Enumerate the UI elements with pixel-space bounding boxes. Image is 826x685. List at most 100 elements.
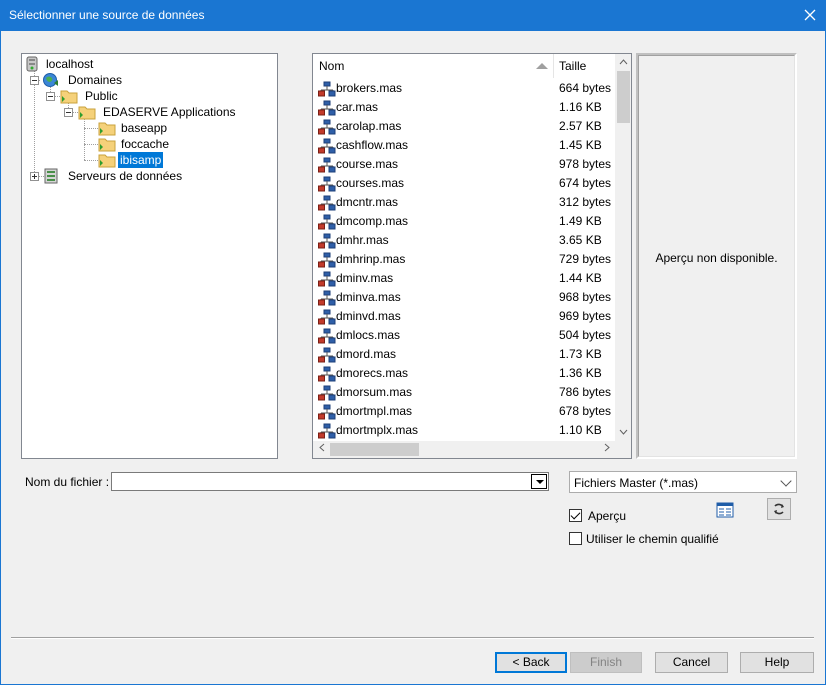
master-file-icon xyxy=(318,252,336,268)
details-view-icon[interactable] xyxy=(714,499,738,521)
master-file-icon xyxy=(318,138,336,154)
file-name: dmorsum.mas xyxy=(336,385,413,399)
file-size: 312 bytes xyxy=(559,195,612,209)
column-header-name[interactable]: Nom xyxy=(319,59,344,73)
filename-input[interactable] xyxy=(114,474,524,489)
file-row[interactable]: dmcntr.mas 312 bytes xyxy=(313,193,615,212)
cancel-button[interactable]: Cancel xyxy=(655,652,728,673)
file-name: dmlocs.mas xyxy=(336,328,401,342)
qualified-path-checkbox-label: Utiliser le chemin qualifié xyxy=(586,532,719,546)
master-file-icon xyxy=(318,290,336,306)
chevron-down-icon[interactable] xyxy=(531,474,547,489)
server-icon xyxy=(24,56,42,72)
collapse-icon[interactable] xyxy=(64,108,73,117)
file-size: 969 bytes xyxy=(559,309,612,323)
file-row[interactable]: course.mas 978 bytes xyxy=(313,155,615,174)
master-file-icon xyxy=(318,214,336,230)
vertical-scrollbar[interactable] xyxy=(615,54,631,441)
file-row[interactable]: dminvd.mas 969 bytes xyxy=(313,307,615,326)
tree-node-label: foccache xyxy=(121,137,170,151)
master-file-icon xyxy=(318,271,336,287)
master-file-icon xyxy=(318,366,336,382)
refresh-icon[interactable] xyxy=(767,498,791,520)
sort-ascending-icon xyxy=(536,63,548,69)
file-row[interactable]: dmcomp.mas 1.49 KB xyxy=(313,212,615,231)
file-row[interactable]: brokers.mas 664 bytes xyxy=(313,79,615,98)
folder-open-icon xyxy=(98,152,116,168)
file-size: 678 bytes xyxy=(559,404,612,418)
scroll-down-icon[interactable] xyxy=(615,424,631,441)
file-size: 978 bytes xyxy=(559,157,612,171)
file-name: car.mas xyxy=(336,100,379,114)
file-row[interactable]: courses.mas 674 bytes xyxy=(313,174,615,193)
file-size: 786 bytes xyxy=(559,385,612,399)
file-row[interactable]: car.mas 1.16 KB xyxy=(313,98,615,117)
scroll-right-icon[interactable] xyxy=(598,441,615,458)
master-file-icon xyxy=(318,233,336,249)
finish-button[interactable]: Finish xyxy=(570,652,642,673)
column-header-size[interactable]: Taille xyxy=(559,59,586,73)
file-row[interactable]: dmorsum.mas 786 bytes xyxy=(313,383,615,402)
file-row[interactable]: dminv.mas 1.44 KB xyxy=(313,269,615,288)
preview-unavailable-text: Aperçu non disponible. xyxy=(655,251,778,265)
master-file-icon xyxy=(318,328,336,344)
file-list[interactable]: Nom Taille brokers.mas 664 bytes car.mas 1.… xyxy=(312,53,632,459)
file-row[interactable]: dmlocs.mas 504 bytes xyxy=(313,326,615,345)
file-size: 664 bytes xyxy=(559,81,612,95)
file-row[interactable]: dmorecs.mas 1.36 KB xyxy=(313,364,615,383)
file-row[interactable]: dminva.mas 968 bytes xyxy=(313,288,615,307)
master-file-icon xyxy=(318,176,336,192)
master-file-icon xyxy=(318,195,336,211)
file-list-header: Nom Taille xyxy=(313,54,615,78)
back-button[interactable]: < Back xyxy=(495,652,567,673)
file-name: dminv.mas xyxy=(336,271,394,285)
master-file-icon xyxy=(318,81,336,97)
folder-icon xyxy=(78,104,96,120)
file-type-select[interactable]: Fichiers Master (*.mas) xyxy=(569,471,797,493)
tree-connector xyxy=(84,128,98,129)
file-row[interactable]: dmord.mas 1.73 KB xyxy=(313,345,615,364)
globe-icon xyxy=(42,72,60,88)
file-size: 1.49 KB xyxy=(559,214,602,228)
collapse-icon[interactable] xyxy=(30,76,39,85)
qualified-path-checkbox[interactable] xyxy=(569,532,582,545)
file-row[interactable]: dmortmpl.mas 678 bytes xyxy=(313,402,615,421)
help-button[interactable]: Help xyxy=(740,652,814,673)
file-name: dmhrinp.mas xyxy=(336,252,406,266)
expand-icon[interactable] xyxy=(30,172,39,181)
file-name: dmorecs.mas xyxy=(336,366,409,380)
file-name: dmortmpl.mas xyxy=(336,404,413,418)
chevron-down-icon xyxy=(780,475,792,487)
scroll-left-icon[interactable] xyxy=(313,441,330,458)
tree-node-label: Public xyxy=(85,89,118,103)
collapse-icon[interactable] xyxy=(46,92,55,101)
column-divider[interactable] xyxy=(553,54,554,78)
file-name: dmord.mas xyxy=(336,347,397,361)
file-name: dmhr.mas xyxy=(336,233,389,247)
file-row[interactable]: carolap.mas 2.57 KB xyxy=(313,117,615,136)
tree-node-label: Domaines xyxy=(68,73,123,87)
file-row[interactable]: dmhr.mas 3.65 KB xyxy=(313,231,615,250)
file-row[interactable]: dmortmplx.mas 1.10 KB xyxy=(313,421,615,440)
filename-combobox[interactable] xyxy=(111,472,549,491)
preview-frame: Aperçu non disponible. xyxy=(638,55,795,457)
scroll-thumb[interactable] xyxy=(617,71,630,123)
tree-connector xyxy=(84,144,98,145)
window-title: Sélectionner une source de données xyxy=(9,8,205,22)
file-size: 1.44 KB xyxy=(559,271,602,285)
file-size: 1.10 KB xyxy=(559,423,602,437)
preview-checkbox[interactable] xyxy=(569,509,582,522)
file-row[interactable]: dmhrinp.mas 729 bytes xyxy=(313,250,615,269)
folder-tree[interactable]: localhost Domaines Public EDASERVE Appli… xyxy=(21,53,278,459)
close-icon[interactable] xyxy=(794,0,826,31)
horizontal-scrollbar[interactable] xyxy=(313,441,615,458)
scroll-up-icon[interactable] xyxy=(615,54,631,71)
scroll-thumb[interactable] xyxy=(330,443,419,456)
title-bar: Sélectionner une source de données xyxy=(0,0,826,31)
database-server-icon xyxy=(42,168,60,184)
file-size: 1.73 KB xyxy=(559,347,602,361)
tree-node-label: EDASERVE Applications xyxy=(103,105,236,119)
master-file-icon xyxy=(318,347,336,363)
file-row[interactable]: cashflow.mas 1.45 KB xyxy=(313,136,615,155)
file-size: 1.36 KB xyxy=(559,366,602,380)
